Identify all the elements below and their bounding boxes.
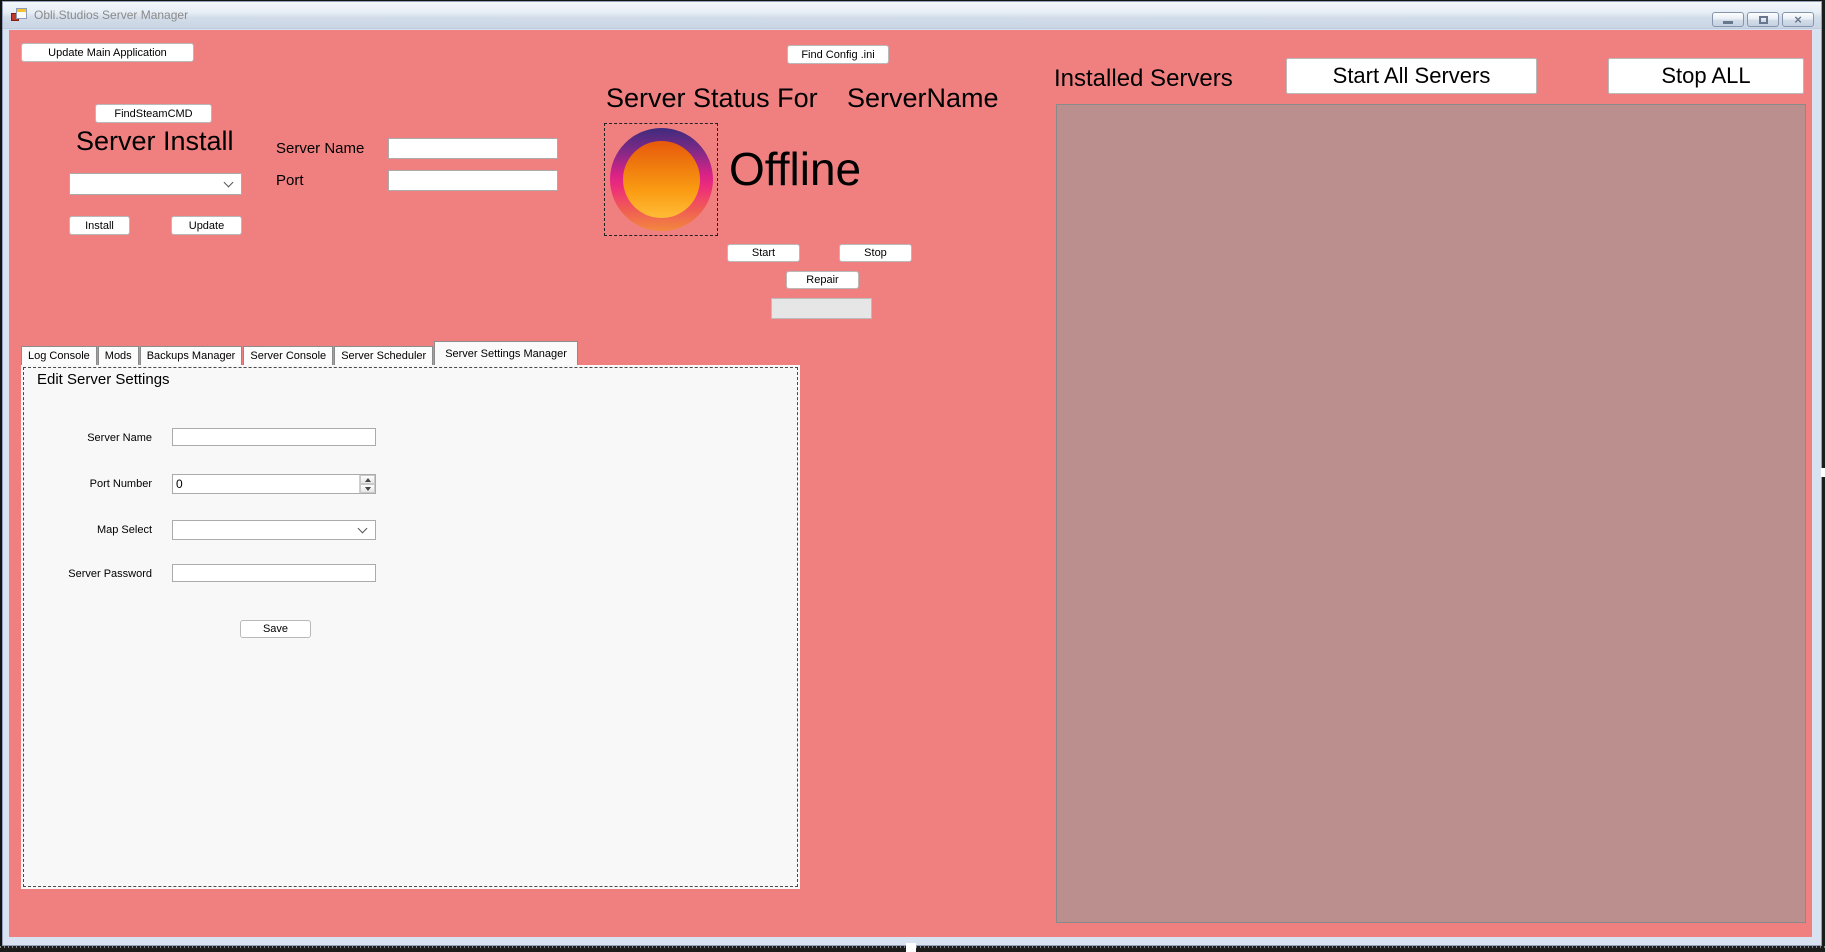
tab-server-console[interactable]: Server Console (243, 346, 333, 365)
tab-strip: Log Console Mods Backups Manager Server … (21, 342, 579, 365)
stepper-up-button[interactable] (360, 475, 375, 484)
maximize-icon (1759, 16, 1768, 24)
settings-port-number-label: Port Number (32, 478, 152, 490)
port-input[interactable] (392, 171, 554, 190)
port-number-stepper (172, 474, 376, 494)
server-status-server-name: ServerName (847, 83, 999, 114)
install-button[interactable]: Install (69, 216, 130, 235)
status-gradient-ring-icon (610, 128, 713, 231)
settings-map-select-label: Map Select (32, 524, 152, 536)
server-name-field-wrap (388, 138, 558, 159)
tab-server-scheduler[interactable]: Server Scheduler (334, 346, 433, 365)
map-select-dropdown[interactable] (172, 520, 376, 540)
stop-all-button[interactable]: Stop ALL (1608, 58, 1804, 94)
find-steamcmd-button[interactable]: FindSteamCMD (95, 104, 212, 123)
window-title: Obli.Studios Server Manager (34, 8, 188, 22)
port-number-input[interactable] (173, 475, 359, 493)
update-button[interactable]: Update (171, 216, 242, 235)
minimize-icon (1723, 21, 1733, 24)
title-bar: Obli.Studios Server Manager × (3, 2, 1821, 29)
start-all-servers-button[interactable]: Start All Servers (1286, 58, 1537, 94)
server-settings-tabpage: Edit Server Settings Server Name Port Nu… (21, 365, 800, 889)
settings-server-password-label: Server Password (32, 568, 152, 580)
client-area: Update Main Application FindSteamCMD Ser… (9, 30, 1812, 937)
server-install-title: Server Install (76, 126, 234, 157)
installed-servers-title: Installed Servers (1054, 65, 1233, 93)
right-edge-marker (1821, 468, 1825, 477)
tab-server-settings-manager[interactable]: Server Settings Manager (434, 341, 578, 365)
find-config-ini-button[interactable]: Find Config .ini (787, 45, 889, 64)
minimize-button[interactable] (1712, 12, 1744, 27)
server-name-input[interactable] (392, 139, 554, 158)
bottom-edge-marker (906, 943, 916, 952)
tab-backups-manager[interactable]: Backups Manager (140, 346, 243, 365)
status-core-icon (623, 141, 700, 218)
installed-servers-panel[interactable] (1056, 104, 1806, 923)
close-button[interactable]: × (1782, 12, 1814, 27)
chevron-down-icon (224, 177, 234, 187)
maximize-button[interactable] (1747, 12, 1779, 27)
settings-server-name-input[interactable] (176, 429, 372, 445)
server-name-label: Server Name (276, 140, 364, 157)
server-status-heading: Server Status For (606, 83, 818, 114)
tab-log-console[interactable]: Log Console (21, 346, 97, 365)
chevron-down-icon (358, 523, 368, 533)
repair-progress-bar (771, 298, 872, 319)
edit-server-settings-title: Edit Server Settings (37, 371, 170, 388)
tab-mods[interactable]: Mods (98, 346, 139, 365)
port-label: Port (276, 172, 304, 189)
settings-server-password-input[interactable] (176, 565, 372, 581)
status-text: Offline (729, 142, 861, 196)
triangle-down-icon (365, 487, 371, 491)
game-select-dropdown[interactable] (69, 173, 242, 195)
triangle-up-icon (365, 478, 371, 482)
stop-button[interactable]: Stop (839, 244, 912, 262)
close-icon: × (1794, 13, 1802, 26)
stepper-down-button[interactable] (360, 484, 375, 493)
port-field-wrap (388, 170, 558, 191)
edit-settings-groupbox: Edit Server Settings Server Name Port Nu… (23, 367, 798, 887)
app-window: Obli.Studios Server Manager × Update Mai… (2, 1, 1822, 946)
update-main-application-button[interactable]: Update Main Application (21, 43, 194, 62)
server-status-picturebox (604, 123, 718, 236)
start-button[interactable]: Start (727, 244, 800, 262)
settings-server-name-label: Server Name (32, 432, 152, 444)
settings-server-name-wrap (172, 428, 376, 446)
save-button[interactable]: Save (240, 620, 311, 638)
app-icon (11, 8, 27, 22)
repair-button[interactable]: Repair (786, 271, 859, 289)
settings-server-password-wrap (172, 564, 376, 582)
